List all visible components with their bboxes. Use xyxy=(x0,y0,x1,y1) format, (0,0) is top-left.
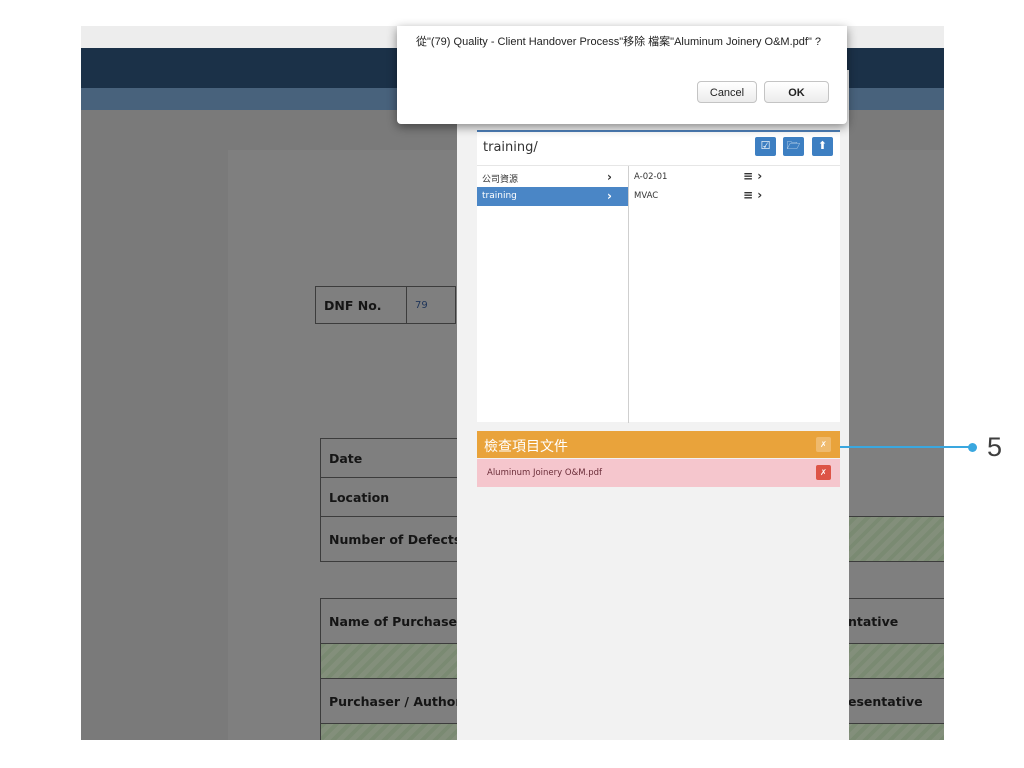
representative-hatch xyxy=(839,643,944,679)
folder-item-label: A-02-01 xyxy=(634,172,668,182)
unlink-icon: ✗ xyxy=(820,468,827,477)
dnf-label: DNF No. xyxy=(315,286,407,324)
chevron-right-icon: › xyxy=(607,170,612,184)
unlink-all-button[interactable]: ✗ xyxy=(816,437,831,452)
open-folder-button[interactable]: 🗁 xyxy=(783,137,804,156)
representative2-hatch xyxy=(839,723,944,740)
folder-item-company-resources[interactable]: 公司資源 › xyxy=(477,168,628,187)
defects-hatch-cell xyxy=(839,516,944,562)
date-label: Date xyxy=(320,438,480,478)
folder-item-mvac[interactable]: MVAC ≡ › xyxy=(629,187,840,206)
callout-dot xyxy=(968,443,977,452)
purchaser-name-hatch xyxy=(320,643,480,679)
purchaser-name-label: Name of Purchaser / xyxy=(320,598,480,644)
representative-label: ntative xyxy=(839,598,944,644)
unlink-icon: ✗ xyxy=(820,440,827,449)
upload-button[interactable]: ⬆ xyxy=(812,137,833,156)
inspection-docs-header: 檢查項目文件 ✗ xyxy=(477,431,840,458)
defects-label: Number of Defects xyxy=(320,516,480,562)
menu-chevron-icon: ≡ › xyxy=(743,188,763,202)
folder-browser: training/ ☑ 🗁 ⬆ 公司資源 › training › A-02-0… xyxy=(477,130,840,423)
folder-item-a-02-01[interactable]: A-02-01 ≡ › xyxy=(629,168,840,187)
folder-column-left: 公司資源 › training › xyxy=(477,166,629,423)
ok-button[interactable]: OK xyxy=(764,81,829,103)
callout-number: 5 xyxy=(987,432,1003,462)
select-toggle-button[interactable]: ☑ xyxy=(755,137,776,156)
dialog-message: 從"(79) Quality - Client Handover Process… xyxy=(416,36,822,48)
current-path: training/ xyxy=(483,140,538,155)
purchaser-sign-hatch xyxy=(320,723,480,740)
folder-item-label: 公司資源 xyxy=(482,175,519,185)
file-picker-panel: training/ ☑ 🗁 ⬆ 公司資源 › training › A-02-0… xyxy=(457,70,849,740)
folder-open-icon: 🗁 xyxy=(786,140,801,152)
folder-item-label: MVAC xyxy=(634,191,659,201)
purchaser-sign-label: Purchaser / Authori xyxy=(320,678,480,724)
location-label: Location xyxy=(320,477,480,517)
cancel-button[interactable]: Cancel xyxy=(697,81,757,103)
callout-line xyxy=(840,446,972,448)
chevron-right-icon: › xyxy=(607,189,612,203)
confirm-dialog: 從"(79) Quality - Client Handover Process… xyxy=(397,26,847,124)
linked-file-name: Aluminum Joinery O&M.pdf xyxy=(487,468,603,478)
folder-item-training[interactable]: training › xyxy=(477,187,628,206)
menu-chevron-icon: ≡ › xyxy=(743,169,763,183)
check-square-icon: ☑ xyxy=(760,140,771,152)
inspection-docs-title: 檢查項目文件 xyxy=(484,439,568,455)
browser-viewport: DNF No. 79 Date Location Number of Defec… xyxy=(81,26,944,740)
representative2-label: esentative xyxy=(839,678,944,724)
unlink-file-button[interactable]: ✗ xyxy=(816,465,831,480)
linked-file-row: Aluminum Joinery O&M.pdf ✗ xyxy=(477,459,840,487)
dnf-value: 79 xyxy=(406,286,456,324)
upload-icon: ⬆ xyxy=(817,140,828,152)
folder-item-label: training xyxy=(482,191,517,201)
folder-columns: 公司資源 › training › A-02-01 ≡ › MVAC ≡ › xyxy=(477,165,840,423)
